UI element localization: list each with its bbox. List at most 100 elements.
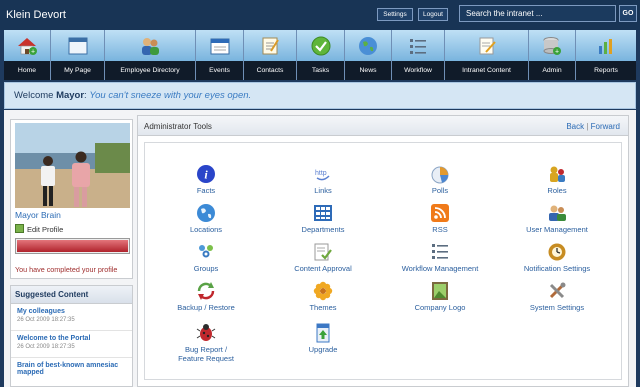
admin-tool-content-approval[interactable]: Content Approval: [268, 242, 378, 273]
admin-tool-themes[interactable]: Themes: [268, 281, 378, 312]
item-title[interactable]: Welcome to the Portal: [17, 335, 126, 342]
back-link[interactable]: Back: [566, 122, 584, 131]
admin-tool-bug-report-feature-request[interactable]: Bug Report / Feature Request: [151, 323, 261, 363]
panel-header: Administrator Tools Back | Forward: [138, 116, 628, 136]
window-icon: [68, 37, 87, 54]
tool-label: Departments: [301, 225, 345, 234]
back-forward-nav: Back | Forward: [566, 122, 620, 131]
home-icon: +: [18, 37, 37, 55]
admin-tool-locations[interactable]: Locations: [151, 203, 261, 234]
database-add-icon: +: [543, 36, 561, 55]
top-bar: Klein Devort Settings Logout Search the …: [0, 0, 640, 30]
item-title[interactable]: My colleagues: [17, 308, 126, 315]
list-item[interactable]: Brain of best-known amnesiac mapped: [11, 358, 132, 385]
nav-label: Intranet Content: [445, 61, 528, 80]
info-icon: i: [196, 164, 216, 184]
nav-item-reports[interactable]: Reports: [576, 30, 636, 80]
settings-button[interactable]: Settings: [377, 8, 413, 21]
admin-tool-groups[interactable]: Groups: [151, 242, 261, 273]
edit-profile-label: Edit Profile: [27, 225, 64, 234]
search-input[interactable]: Search the intranet ...: [459, 5, 616, 22]
nav-label: Reports: [576, 61, 636, 80]
tool-label: RSS: [432, 225, 448, 234]
admin-tool-workflow-management[interactable]: Workflow Management: [385, 242, 495, 273]
forward-link[interactable]: Forward: [591, 122, 620, 131]
nav-label: Employee Directory: [105, 61, 195, 80]
globe-icon: [196, 203, 216, 223]
admin-tool-company-logo[interactable]: Company Logo: [385, 281, 495, 312]
nav-item-home[interactable]: + Home: [4, 30, 51, 80]
tool-label: Backup / Restore: [177, 303, 235, 312]
admin-tool-departments[interactable]: Departments: [268, 203, 378, 234]
globe-icon: [359, 36, 377, 55]
item-title[interactable]: Brain of best-known amnesiac mapped: [17, 362, 126, 376]
profile-progress-bar: [15, 238, 130, 254]
nav-item-tasks[interactable]: Tasks: [297, 30, 345, 80]
nav-label: News: [345, 61, 391, 80]
nav-label: Admin: [529, 61, 575, 80]
grid-icon: [313, 203, 333, 223]
admin-tool-rss[interactable]: RSS: [385, 203, 495, 234]
chart-icon: [599, 38, 612, 54]
list-item[interactable]: My colleagues 26 Oct 2009 18:27:35: [11, 304, 132, 331]
svg-text:+: +: [555, 48, 559, 55]
admin-tool-roles[interactable]: Roles: [502, 164, 612, 195]
suggested-title: Suggested Content: [11, 286, 132, 304]
upgrade-icon: [313, 323, 333, 343]
admin-tool-polls[interactable]: Polls: [385, 164, 495, 195]
nav-item-news[interactable]: News: [345, 30, 392, 80]
users-icon: [547, 203, 567, 223]
go-button[interactable]: GO: [619, 5, 637, 22]
tool-label: Bug Report / Feature Request: [178, 345, 234, 363]
suggested-content-panel: Suggested Content My colleagues 26 Oct 2…: [10, 285, 133, 387]
item-date: 26 Oct 2009 18:27:35: [17, 344, 75, 350]
welcome-bar: Welcome Mayor: You can't sneeze with you…: [4, 82, 636, 109]
quote-text: You can't sneeze with your eyes open.: [89, 90, 252, 101]
approval-icon: [313, 242, 333, 262]
item-date: 26 Oct 2009 18:27:35: [17, 317, 75, 323]
tool-label: Links: [314, 186, 332, 195]
tool-label: Workflow Management: [401, 264, 479, 273]
panel-title: Administrator Tools: [144, 122, 212, 131]
list-icon: [430, 242, 450, 262]
nav-label: Home: [4, 61, 50, 80]
profile-panel: Mayor Brain Edit Profile You have comple…: [10, 119, 133, 279]
nav-label: Tasks: [297, 61, 344, 80]
bell-icon: [547, 242, 567, 262]
admin-tool-system-settings[interactable]: System Settings: [502, 281, 612, 312]
nav-label: Events: [196, 61, 243, 80]
tool-label: Upgrade: [308, 345, 338, 354]
tool-label: Polls: [431, 186, 449, 195]
bug-icon: [196, 323, 216, 343]
document-edit-icon: [479, 37, 496, 54]
list-item[interactable]: Welcome to the Portal 26 Oct 2009 18:27:…: [11, 331, 132, 358]
profile-name-link[interactable]: Mayor Brain: [15, 210, 61, 220]
rss-icon: [430, 203, 450, 223]
admin-tool-facts[interactable]: i Facts: [151, 164, 261, 195]
tool-label: Facts: [196, 186, 216, 195]
edit-profile-link[interactable]: Edit Profile: [15, 224, 63, 234]
nav-item-contacts[interactable]: Contacts: [244, 30, 297, 80]
progress-fill: [17, 240, 128, 252]
admin-tool-links[interactable]: http Links: [268, 164, 378, 195]
tool-label: Content Approval: [294, 264, 352, 273]
admin-tool-upgrade[interactable]: Upgrade: [268, 323, 378, 354]
nav-label: My Page: [51, 61, 104, 80]
tools-grid: i Facts http Links Polls Roles Locations Depart…: [144, 142, 622, 380]
nav-item-workflow[interactable]: Workflow: [392, 30, 445, 80]
logout-button[interactable]: Logout: [418, 8, 448, 21]
nav-item-events[interactable]: Events: [196, 30, 244, 80]
nav-item-intranet-content[interactable]: Intranet Content: [445, 30, 529, 80]
nav-item-admin[interactable]: + Admin: [529, 30, 576, 80]
admin-tool-backup-restore[interactable]: Backup / Restore: [151, 281, 261, 312]
nav-item-employee-directory[interactable]: Employee Directory: [105, 30, 196, 80]
nav-item-my-page[interactable]: My Page: [51, 30, 105, 80]
admin-tool-user-management[interactable]: User Management: [502, 203, 612, 234]
profile-photo[interactable]: [15, 123, 130, 208]
welcome-prefix: Welcome: [14, 90, 57, 101]
admin-tool-notification-settings[interactable]: Notification Settings: [502, 242, 612, 273]
admin-tools-panel: Administrator Tools Back | Forward i Fact…: [137, 115, 629, 387]
tool-label: Groups: [193, 264, 219, 273]
svg-text:http: http: [315, 170, 327, 177]
tool-label: System Settings: [529, 303, 585, 312]
